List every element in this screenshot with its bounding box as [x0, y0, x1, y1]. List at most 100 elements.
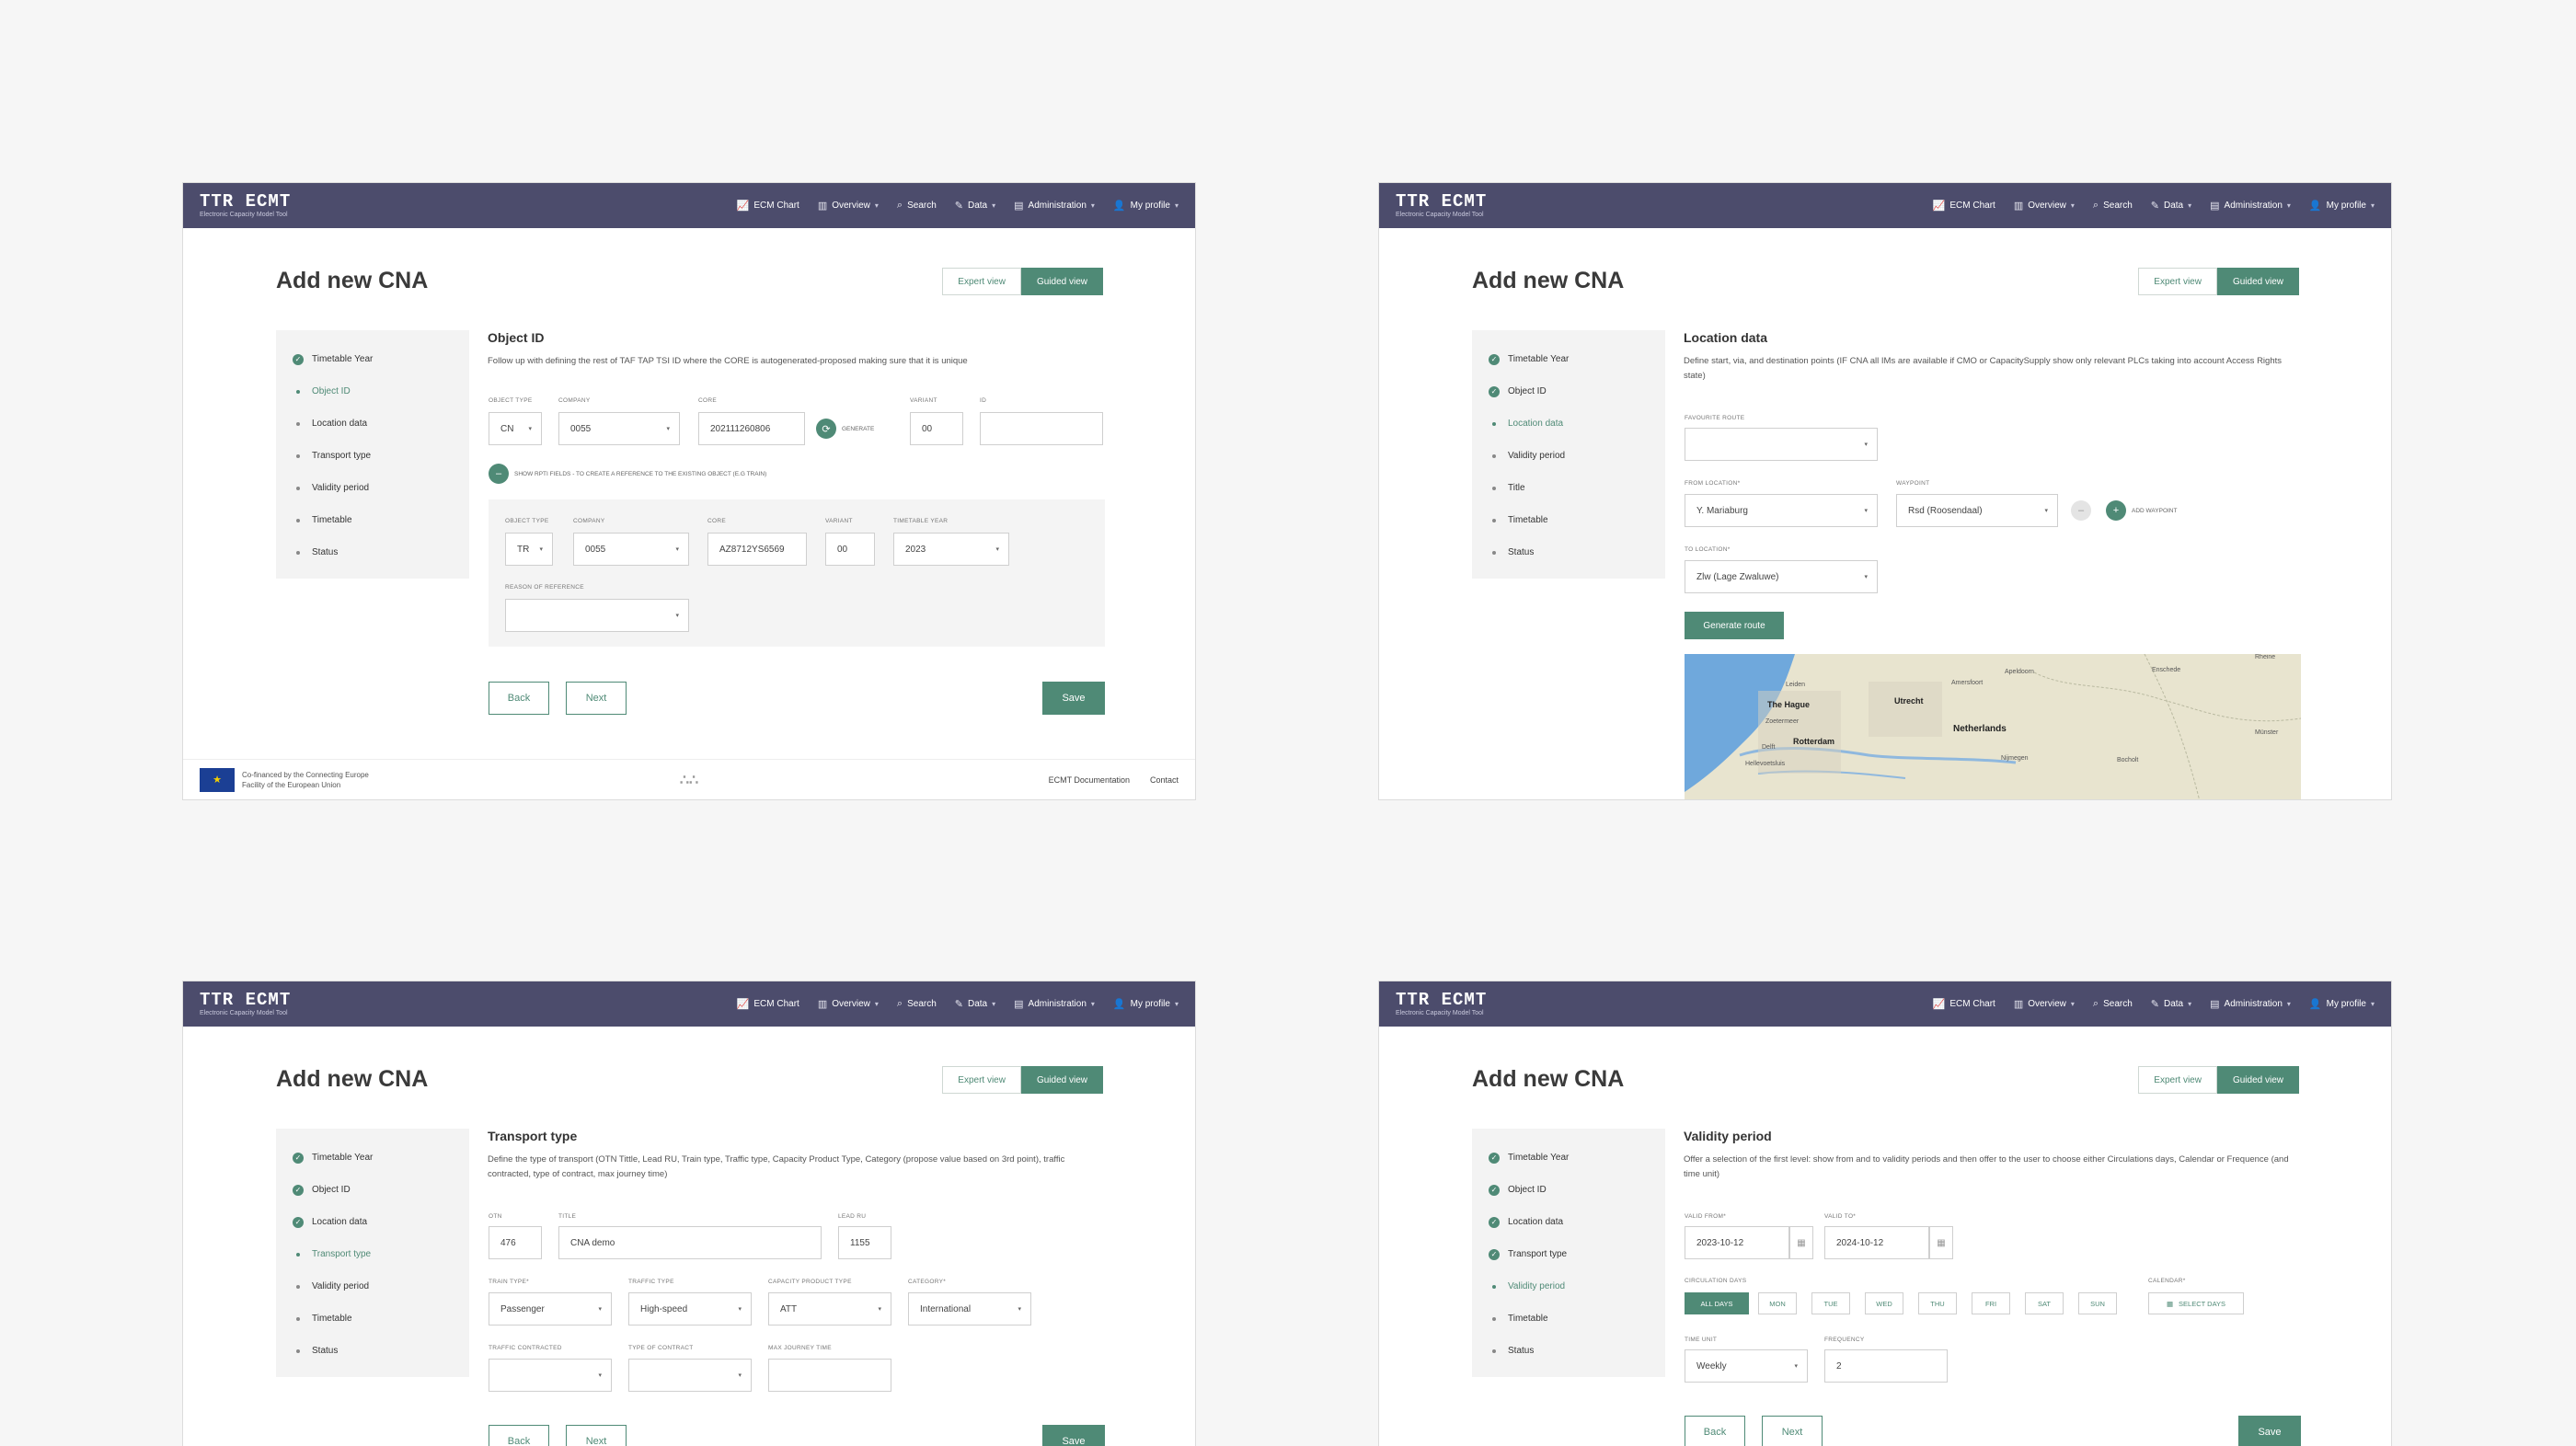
step-transport-type[interactable]: ✓ Transport type [1489, 1238, 1665, 1270]
app-logo[interactable]: TTR ECMT Electronic Capacity Model Tool [200, 193, 291, 219]
back-button[interactable]: Back [489, 1425, 549, 1446]
traffic-contracted-select[interactable]: ▾ [489, 1359, 612, 1392]
ref-timetable-year-select[interactable]: 2023 ▾ [893, 533, 1009, 566]
core-input[interactable]: 202111260806 [698, 412, 805, 445]
expert-view-button[interactable]: Expert view [2138, 1066, 2217, 1094]
step-transport-type[interactable]: Transport type [293, 1238, 469, 1270]
day-sun[interactable]: SUN [2078, 1292, 2117, 1314]
step-object-id[interactable]: ✓ Object ID [1489, 375, 1665, 407]
remove-waypoint-button[interactable]: – [2071, 500, 2091, 521]
generate-route-button[interactable]: Generate route [1685, 612, 1784, 639]
expert-view-button[interactable]: Expert view [942, 268, 1021, 295]
step-status[interactable]: Status [1489, 1335, 1665, 1367]
step-validity-period[interactable]: Validity period [293, 1270, 469, 1303]
nav-ecm-chart[interactable]: 📈 ECM Chart [1933, 998, 1995, 1010]
title-input[interactable]: CNA demo [558, 1226, 822, 1259]
step-timetable[interactable]: Timetable [1489, 504, 1665, 536]
nav-administration[interactable]: ▤ Administration ▾ [2210, 200, 2291, 212]
app-logo[interactable]: TTR ECMT Electronic Capacity Model Tool [1396, 992, 1487, 1017]
nav-search[interactable]: ⌕ Search [2093, 998, 2133, 1010]
app-logo[interactable]: TTR ECMT Electronic Capacity Model Tool [200, 992, 291, 1017]
nav-my-profile[interactable]: 👤 My profile ▾ [2309, 200, 2375, 212]
day-mon[interactable]: MON [1758, 1292, 1797, 1314]
capacity-product-type-select[interactable]: ATT ▾ [768, 1292, 891, 1326]
calendar-icon[interactable]: ▦ [1929, 1226, 1953, 1259]
next-button[interactable]: Next [566, 1425, 627, 1446]
nav-data[interactable]: ✎ Data ▾ [955, 998, 995, 1010]
object-type-select[interactable]: CN ▾ [489, 412, 542, 445]
contact-link[interactable]: Contact [1150, 775, 1179, 785]
step-location-data[interactable]: ✓ Location data [293, 1206, 469, 1238]
step-title[interactable]: Title [1489, 472, 1665, 504]
add-waypoint-button[interactable]: + ADD WAYPOINT [2106, 500, 2177, 521]
nav-search[interactable]: ⌕ Search [2093, 200, 2133, 212]
back-button[interactable]: Back [489, 682, 549, 715]
expert-view-button[interactable]: Expert view [942, 1066, 1021, 1094]
nav-overview[interactable]: ▥ Overview ▾ [818, 998, 879, 1010]
save-button[interactable]: Save [1042, 682, 1105, 715]
nav-my-profile[interactable]: 👤 My profile ▾ [1113, 200, 1179, 212]
category-select[interactable]: International ▾ [908, 1292, 1031, 1326]
nav-data[interactable]: ✎ Data ▾ [955, 200, 995, 212]
nav-overview[interactable]: ▥ Overview ▾ [2014, 998, 2075, 1010]
step-timetable[interactable]: Timetable [293, 1303, 469, 1335]
calendar-icon[interactable]: ▦ [1789, 1226, 1813, 1259]
generate-button[interactable]: ⟳ GENERATE [816, 419, 874, 439]
day-wed[interactable]: WED [1865, 1292, 1903, 1314]
show-rpti-toggle[interactable]: – SHOW RPTI FIELDS - TO CREATE A REFERENC… [489, 464, 766, 484]
ref-object-type-select[interactable]: TR ▾ [505, 533, 553, 566]
step-timetable-year[interactable]: ✓ Timetable Year [293, 343, 469, 375]
step-transport-type[interactable]: Transport type [293, 440, 469, 472]
variant-input[interactable]: 00 [910, 412, 963, 445]
step-status[interactable]: Status [293, 1335, 469, 1367]
step-validity-period[interactable]: Validity period [293, 472, 469, 504]
step-location-data[interactable]: Location data [1489, 407, 1665, 440]
guided-view-button[interactable]: Guided view [2216, 1066, 2299, 1094]
step-timetable[interactable]: Timetable [293, 504, 469, 536]
step-object-id[interactable]: ✓ Object ID [293, 1174, 469, 1206]
nav-administration[interactable]: ▤ Administration ▾ [1014, 998, 1095, 1010]
guided-view-button[interactable]: Guided view [2216, 268, 2299, 295]
nav-my-profile[interactable]: 👤 My profile ▾ [2309, 998, 2375, 1010]
nav-ecm-chart[interactable]: 📈 ECM Chart [737, 998, 799, 1010]
expert-view-button[interactable]: Expert view [2138, 268, 2217, 295]
select-days-button[interactable]: ▦ SELECT DAYS [2148, 1292, 2244, 1314]
reason-select[interactable]: ▾ [505, 599, 689, 632]
guided-view-button[interactable]: Guided view [1020, 1066, 1103, 1094]
back-button[interactable]: Back [1685, 1416, 1745, 1446]
guided-view-button[interactable]: Guided view [1020, 268, 1103, 295]
nav-ecm-chart[interactable]: 📈 ECM Chart [737, 200, 799, 212]
save-button[interactable]: Save [2238, 1416, 2301, 1446]
nav-search[interactable]: ⌕ Search [897, 200, 937, 212]
frequency-input[interactable]: 2 [1824, 1349, 1948, 1383]
step-timetable[interactable]: Timetable [1489, 1303, 1665, 1335]
next-button[interactable]: Next [1762, 1416, 1823, 1446]
train-type-select[interactable]: Passenger ▾ [489, 1292, 612, 1326]
time-unit-select[interactable]: Weekly ▾ [1685, 1349, 1808, 1383]
nav-data[interactable]: ✎ Data ▾ [2151, 200, 2191, 212]
nav-search[interactable]: ⌕ Search [897, 998, 937, 1010]
traffic-type-select[interactable]: High-speed ▾ [628, 1292, 752, 1326]
day-sat[interactable]: SAT [2025, 1292, 2064, 1314]
type-of-contract-select[interactable]: ▾ [628, 1359, 752, 1392]
ref-core-input[interactable]: AZ8712YS6569 [707, 533, 807, 566]
day-all-days[interactable]: ALL DAYS [1685, 1292, 1749, 1314]
company-select[interactable]: 0055 ▾ [558, 412, 680, 445]
nav-administration[interactable]: ▤ Administration ▾ [2210, 998, 2291, 1010]
waypoint-select[interactable]: Rsd (Roosendaal) ▾ [1896, 494, 2058, 527]
app-logo[interactable]: TTR ECMT Electronic Capacity Model Tool [1396, 193, 1487, 219]
step-object-id[interactable]: Object ID [293, 375, 469, 407]
ref-company-select[interactable]: 0055 ▾ [573, 533, 689, 566]
step-location-data[interactable]: Location data [293, 407, 469, 440]
id-input[interactable] [980, 412, 1103, 445]
nav-overview[interactable]: ▥ Overview ▾ [818, 200, 879, 212]
valid-from-input[interactable]: 2023-10-12 [1685, 1226, 1789, 1259]
save-button[interactable]: Save [1042, 1425, 1105, 1446]
lead-ru-input[interactable]: 1155 [838, 1226, 891, 1259]
nav-data[interactable]: ✎ Data ▾ [2151, 998, 2191, 1010]
to-location-select[interactable]: Zlw (Lage Zwaluwe) ▾ [1685, 560, 1878, 593]
day-thu[interactable]: THU [1918, 1292, 1957, 1314]
nav-overview[interactable]: ▥ Overview ▾ [2014, 200, 2075, 212]
step-object-id[interactable]: ✓ Object ID [1489, 1174, 1665, 1206]
max-journey-time-input[interactable] [768, 1359, 891, 1392]
